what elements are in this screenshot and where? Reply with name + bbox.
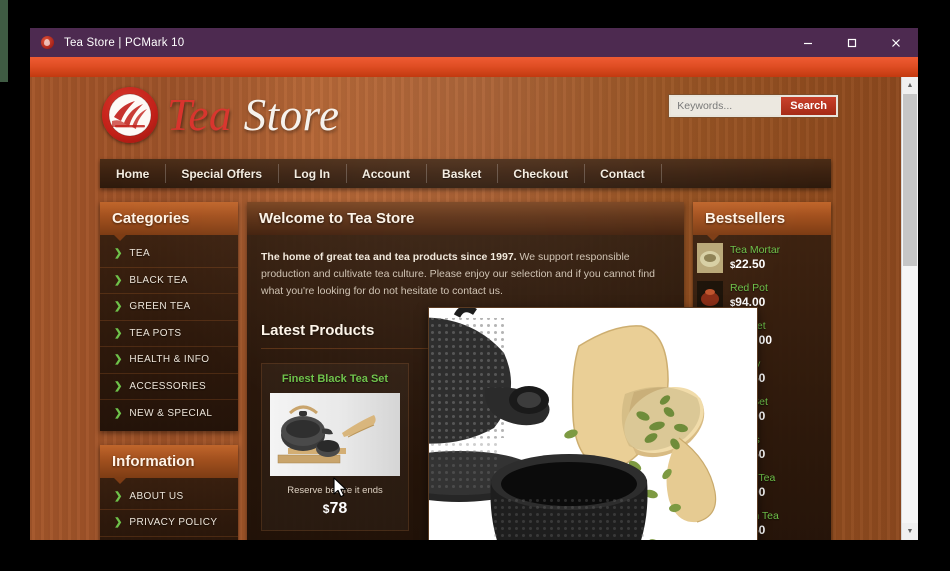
sidebar-item-label: TEA POTS: [129, 327, 182, 339]
nav-item-basket[interactable]: Basket: [426, 159, 497, 188]
sidebar-item-label: ACCESSORIES: [129, 380, 207, 392]
web-page: Tea Store Search Home Special Offers Log…: [30, 77, 901, 540]
window-controls: [786, 28, 918, 57]
product-image[interactable]: [270, 393, 400, 476]
bestseller-item[interactable]: Tea Mortar $22.50: [693, 239, 831, 277]
maximize-icon[interactable]: [830, 28, 874, 57]
sidebar-item-label: PRIVACY POLICY: [129, 517, 218, 529]
close-icon[interactable]: [874, 28, 918, 57]
bestseller-name[interactable]: Red Pot: [730, 282, 768, 295]
tea-leaf-logo-icon: [102, 87, 158, 143]
categories-panel: Categories ❯ TEA ❯ BLACK TEA ❯ GREEN TEA ❯ T…: [100, 202, 238, 431]
sidebar-item-label: ABOUT US: [129, 490, 184, 502]
nav-divider: [660, 164, 662, 183]
intro-bold-text: The home of great tea and tea products s…: [261, 251, 517, 263]
search-input[interactable]: [671, 97, 782, 115]
sidebar-item-green-tea[interactable]: ❯ GREEN TEA: [100, 294, 238, 321]
browser-window: Tea Store | PCMark 10 Tea Store Keywords…: [30, 28, 918, 540]
information-title: Information: [100, 444, 238, 484]
desktop-edge-strip: [0, 0, 8, 82]
logo-word-tea: Tea: [167, 89, 232, 140]
sidebar-item-health-info[interactable]: ❯ HEALTH & INFO: [100, 347, 238, 374]
bestseller-price: $22.50: [730, 257, 780, 273]
accent-band: [30, 57, 918, 77]
bestsellers-title: Bestsellers: [693, 202, 831, 241]
information-panel: Information ❯ ABOUT US ❯ PRIVACY POLICY ❯T…: [100, 444, 238, 540]
sidebar-item-black-tea[interactable]: ❯ BLACK TEA: [100, 268, 238, 294]
sidebar-item-tea[interactable]: ❯ TEA: [100, 241, 238, 268]
search-button[interactable]: Search: [781, 97, 836, 115]
chevron-right-icon: ❯: [114, 517, 123, 529]
bestseller-name[interactable]: Tea Mortar: [730, 244, 780, 257]
scroll-down-arrow-icon[interactable]: ▼: [902, 523, 918, 540]
window-titlebar: Tea Store | PCMark 10: [30, 28, 918, 57]
main-navigation: Home Special Offers Log In Account Baske…: [100, 159, 831, 188]
sidebar-item-label: TEA: [129, 248, 151, 260]
chevron-right-icon: ❯: [114, 301, 123, 313]
scrollbar-thumb[interactable]: [903, 94, 917, 266]
window-title: Tea Store | PCMark 10: [64, 36, 185, 49]
product-photo-overlay[interactable]: [428, 307, 758, 540]
nav-item-home[interactable]: Home: [100, 159, 165, 188]
sidebar-item-terms-conditions[interactable]: ❯TERMS & CONDITIONS: [100, 537, 238, 540]
logo-word-store: Store: [243, 89, 340, 140]
page-title: Welcome to Tea Store: [247, 202, 684, 235]
scrollbar-track[interactable]: [902, 266, 918, 523]
nav-item-log-in[interactable]: Log In: [278, 159, 346, 188]
chevron-right-icon: ❯: [114, 274, 123, 286]
left-sidebar: Categories ❯ TEA ❯ BLACK TEA ❯ GREEN TEA ❯ T…: [100, 202, 238, 540]
vertical-scrollbar[interactable]: ▲ ▼: [901, 77, 918, 540]
chevron-right-icon: ❯: [114, 380, 123, 392]
sidebar-item-label: NEW & SPECIAL: [129, 407, 213, 419]
mouse-cursor: [333, 477, 349, 504]
sidebar-item-label: BLACK TEA: [129, 274, 188, 286]
scroll-up-arrow-icon[interactable]: ▲: [902, 77, 918, 94]
nav-item-account[interactable]: Account: [346, 159, 426, 188]
chevron-right-icon: ❯: [114, 354, 123, 366]
sidebar-item-label: GREEN TEA: [129, 301, 191, 313]
sidebar-item-tea-pots[interactable]: ❯ TEA POTS: [100, 321, 238, 347]
bestseller-thumbnail: [697, 243, 723, 273]
site-logo[interactable]: Tea Store: [102, 87, 339, 143]
categories-title: Categories: [100, 202, 238, 241]
chevron-right-icon: ❯: [114, 248, 123, 260]
information-list: ❯ ABOUT US ❯ PRIVACY POLICY ❯TERMS & CONDI…: [100, 478, 238, 540]
sidebar-item-new-special[interactable]: ❯ NEW & SPECIAL: [100, 400, 238, 427]
categories-list: ❯ TEA ❯ BLACK TEA ❯ GREEN TEA ❯ TEA POTS ❯ HE…: [100, 235, 238, 431]
nav-item-checkout[interactable]: Checkout: [497, 159, 584, 188]
product-name[interactable]: Finest Black Tea Set: [269, 373, 401, 385]
sidebar-item-about-us[interactable]: ❯ ABOUT US: [100, 484, 238, 510]
chevron-right-icon: ❯: [114, 327, 123, 339]
logo-wordmark: Tea Store: [167, 89, 340, 140]
site-header: Tea Store Search: [30, 77, 901, 159]
screen-root: Tea Store | PCMark 10 Tea Store Keywords…: [0, 0, 950, 571]
sidebar-item-label: HEALTH & INFO: [129, 354, 210, 366]
sidebar-item-accessories[interactable]: ❯ ACCESSORIES: [100, 374, 238, 400]
nav-item-contact[interactable]: Contact: [584, 159, 661, 188]
chevron-right-icon: ❯: [114, 490, 123, 502]
minimize-icon[interactable]: [786, 28, 830, 57]
product-card[interactable]: Finest Black Tea Set Reserve it ends $78: [261, 363, 409, 531]
nav-item-special-offers[interactable]: Special Offers: [165, 159, 278, 188]
intro-paragraph: The home of great tea and tea products s…: [247, 235, 684, 300]
sidebar-item-privacy-policy[interactable]: ❯ PRIVACY POLICY: [100, 510, 238, 537]
browser-viewport: Tea Store Search Home Special Offers Log…: [30, 77, 918, 540]
chevron-right-icon: ❯: [114, 407, 123, 419]
search-box: Search: [668, 94, 839, 118]
sidebar-item-label: TERMS & CONDITIONS: [129, 539, 238, 540]
price-value: 22.50: [735, 256, 766, 271]
favicon-icon: [41, 36, 54, 49]
